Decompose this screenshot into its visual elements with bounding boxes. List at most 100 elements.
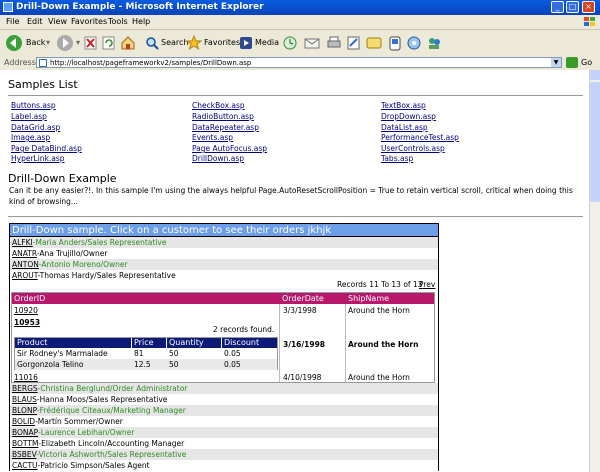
sample-link[interactable]: DrillDown.asp bbox=[192, 154, 244, 163]
customer-row[interactable]: ALFKI-Maria Anders/Sales Representative bbox=[9, 237, 439, 248]
order-id-link[interactable]: 11016 bbox=[14, 373, 38, 382]
products-header-price: Price bbox=[132, 338, 166, 348]
media-label[interactable]: Media bbox=[255, 38, 279, 47]
order-date: 3/3/1998 bbox=[283, 306, 317, 315]
search-icon[interactable] bbox=[144, 33, 160, 53]
history-icon[interactable] bbox=[282, 33, 298, 53]
search-label[interactable]: Search bbox=[161, 38, 188, 47]
customer-id-link[interactable]: BOTTM bbox=[12, 439, 38, 448]
back-dropdown-icon[interactable]: ▾ bbox=[46, 38, 50, 47]
back-icon[interactable] bbox=[4, 33, 24, 53]
people-icon[interactable] bbox=[426, 33, 442, 53]
product-discount: 0.05 bbox=[224, 360, 241, 369]
favorites-label[interactable]: Favorites bbox=[204, 38, 240, 47]
customer-row[interactable]: BERGS-Christina Berglund/Order Administr… bbox=[9, 383, 439, 394]
sample-link[interactable]: CheckBox.asp bbox=[192, 101, 245, 110]
order-id-link-selected[interactable]: 10953 bbox=[14, 318, 40, 327]
menu-view[interactable]: View bbox=[48, 17, 67, 26]
sample-link[interactable]: HyperLink.asp bbox=[11, 154, 65, 163]
customer-row[interactable]: BOLID-Martín Sommer/Owner bbox=[9, 416, 439, 427]
customer-contact: -Victoria Ashworth/Sales Representative bbox=[36, 450, 187, 459]
ie-icon bbox=[3, 2, 13, 12]
customer-id-link[interactable]: BOLID bbox=[12, 417, 35, 426]
sample-link[interactable]: Image.asp bbox=[11, 133, 50, 142]
page-icon bbox=[39, 59, 47, 67]
sample-link[interactable]: Tabs.asp bbox=[381, 154, 413, 163]
forward-dropdown-icon[interactable]: ▾ bbox=[76, 38, 80, 47]
product-price: 12.5 bbox=[134, 360, 151, 369]
prev-link[interactable]: Prev bbox=[419, 280, 435, 289]
sample-link[interactable]: Page DataBind.asp bbox=[11, 144, 82, 153]
customer-id-link[interactable]: ANTON bbox=[12, 260, 39, 269]
product-quantity: 50 bbox=[169, 360, 179, 369]
back-label[interactable]: Back bbox=[26, 38, 45, 47]
customer-contact: -Laurence Lebihan/Owner bbox=[38, 428, 135, 437]
sample-link[interactable]: DropDown.asp bbox=[381, 112, 436, 121]
address-dropdown-icon[interactable]: ▼ bbox=[551, 58, 561, 67]
menu-tools[interactable]: Tools bbox=[108, 17, 128, 26]
address-input[interactable]: http://localhost/pageframeworkv2/samples… bbox=[36, 57, 562, 68]
customer-id-link[interactable]: CACTU bbox=[12, 461, 38, 470]
go-arrow-icon[interactable] bbox=[566, 57, 578, 68]
stop-icon[interactable] bbox=[84, 33, 98, 53]
samples-heading: Samples List bbox=[8, 78, 78, 91]
messenger-icon[interactable] bbox=[388, 33, 402, 53]
scroll-up-icon[interactable] bbox=[590, 70, 600, 80]
customer-row[interactable]: ANATR-Ana Trujillo/Owner bbox=[9, 248, 439, 259]
customer-row[interactable]: CACTU-Patricio Simpson/Sales Agent bbox=[9, 460, 439, 471]
favorites-icon[interactable] bbox=[186, 33, 202, 53]
customer-id-link[interactable]: BLAUS bbox=[12, 395, 37, 404]
customer-row[interactable]: BOTTM-Elizabeth Lincoln/Accounting Manag… bbox=[9, 438, 439, 449]
sample-link[interactable]: Buttons.asp bbox=[11, 101, 56, 110]
sample-link[interactable]: RadioButton.asp bbox=[192, 112, 254, 121]
customer-row[interactable]: BLONP-Frédérique Citeaux/Marketing Manag… bbox=[9, 405, 439, 416]
home-icon[interactable] bbox=[120, 33, 136, 53]
customer-row[interactable]: BSBEV-Victoria Ashworth/Sales Representa… bbox=[9, 449, 439, 460]
forward-icon[interactable] bbox=[55, 33, 75, 53]
media-icon[interactable] bbox=[238, 33, 254, 53]
sample-link[interactable]: Label.asp bbox=[11, 112, 47, 121]
orders-header-shipname: ShipName bbox=[346, 293, 434, 304]
menu-edit[interactable]: Edit bbox=[27, 17, 43, 26]
refresh-icon[interactable] bbox=[102, 33, 116, 53]
customer-id-link[interactable]: BSBEV bbox=[12, 450, 36, 459]
menu-help[interactable]: Help bbox=[132, 17, 150, 26]
go-button[interactable]: Go bbox=[581, 58, 592, 67]
discuss-icon[interactable] bbox=[366, 33, 382, 53]
column-divider bbox=[279, 304, 280, 382]
print-icon[interactable] bbox=[326, 33, 342, 53]
edit-icon[interactable] bbox=[346, 33, 362, 53]
customer-id-link[interactable]: ALFKI bbox=[12, 238, 33, 247]
address-url[interactable]: http://localhost/pageframeworkv2/samples… bbox=[50, 58, 251, 68]
customer-row[interactable]: BONAP-Laurence Lebihan/Owner bbox=[9, 427, 439, 438]
scroll-thumb[interactable] bbox=[590, 82, 600, 202]
sample-link[interactable]: DataRepeater.asp bbox=[192, 123, 259, 132]
sample-link[interactable]: UserControls.asp bbox=[381, 144, 445, 153]
customer-id-link[interactable]: BONAP bbox=[12, 428, 38, 437]
windows-logo-icon bbox=[584, 17, 595, 26]
mail-icon[interactable] bbox=[304, 33, 320, 53]
customer-id-link[interactable]: BLONP bbox=[12, 406, 37, 415]
customer-contact: -Antonio Moreno/Owner bbox=[38, 260, 128, 269]
products-header-discount: Discount bbox=[222, 338, 277, 348]
minimize-button[interactable]: _ bbox=[551, 1, 564, 13]
research-icon[interactable] bbox=[406, 33, 422, 53]
customer-row[interactable]: BLAUS-Hanna Moos/Sales Representative bbox=[9, 394, 439, 405]
drilldown-banner: Drill-Down sample. Click on a customer t… bbox=[9, 223, 439, 237]
menu-favorites[interactable]: Favorites bbox=[71, 17, 107, 26]
sample-link[interactable]: Events.asp bbox=[192, 133, 233, 142]
customer-id-link[interactable]: BERGS bbox=[12, 384, 38, 393]
order-id-link[interactable]: 10920 bbox=[14, 306, 38, 315]
customer-id-link[interactable]: ANATR bbox=[12, 249, 37, 258]
close-button[interactable]: × bbox=[582, 1, 595, 13]
vertical-scrollbar[interactable] bbox=[589, 70, 600, 472]
sample-link[interactable]: DataList.asp bbox=[381, 123, 428, 132]
sample-link[interactable]: TextBox.asp bbox=[381, 101, 426, 110]
menu-file[interactable]: File bbox=[6, 17, 19, 26]
maximize-button[interactable]: □ bbox=[566, 1, 579, 13]
orders-header-orderid: OrderID bbox=[12, 293, 280, 304]
sample-link[interactable]: PerformanceTest.asp bbox=[381, 133, 459, 142]
sample-link[interactable]: Page AutoFocus.asp bbox=[192, 144, 267, 153]
sample-link[interactable]: DataGrid.asp bbox=[11, 123, 60, 132]
customer-row[interactable]: ANTON-Antonio Moreno/Owner bbox=[9, 259, 439, 270]
